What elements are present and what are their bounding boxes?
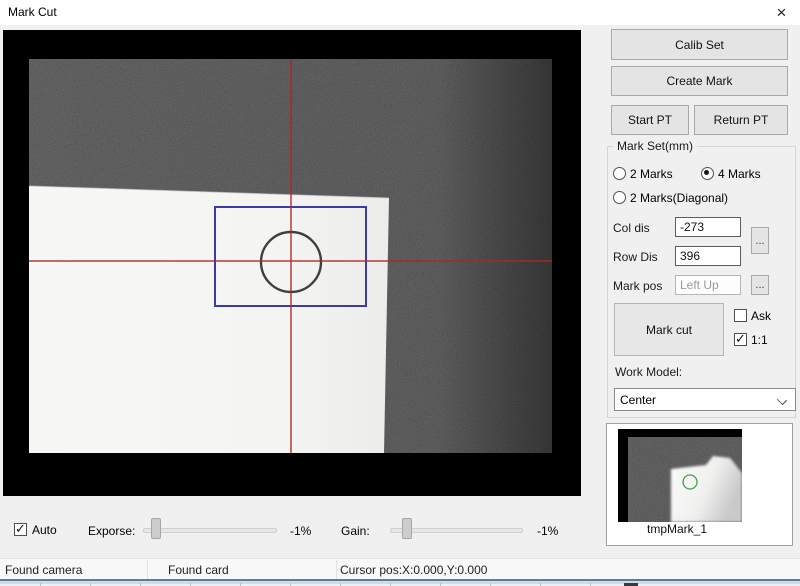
auto-checkbox-label[interactable]: Auto <box>32 523 57 537</box>
mark-cut-label: Mark cut <box>646 323 692 337</box>
chevron-down-icon <box>777 395 787 405</box>
exposure-slider-thumb[interactable] <box>151 518 161 539</box>
start-pt-label: Start PT <box>628 113 672 127</box>
status-separator <box>336 560 337 579</box>
work-model-value: Center <box>620 393 656 407</box>
calib-set-label: Calib Set <box>675 38 724 52</box>
mark-cut-dialog: Mark Cut × <box>0 0 800 584</box>
mark-pos-input[interactable] <box>675 275 741 295</box>
col-dis-input[interactable] <box>675 217 741 237</box>
status-cursor-pos: Cursor pos:X:0.000,Y:0.000 <box>340 563 487 577</box>
status-camera: Found camera <box>5 563 82 577</box>
radio-2-marks-label[interactable]: 2 Marks <box>630 167 673 181</box>
return-pt-button[interactable]: Return PT <box>694 105 788 135</box>
window-title: Mark Cut <box>8 5 57 19</box>
exposure-label: Exporse: <box>88 524 135 538</box>
mark-thumbnail-caption: tmpMark_1 <box>607 522 747 536</box>
row-dis-label: Row Dis <box>613 250 658 264</box>
exposure-value: -1% <box>290 524 311 538</box>
col-dis-label: Col dis <box>613 221 650 235</box>
gain-label: Gain: <box>341 524 370 538</box>
check-icon: ✓ <box>15 521 26 537</box>
one-to-one-checkbox-label[interactable]: 1:1 <box>751 333 768 347</box>
ask-checkbox[interactable]: ✓ <box>734 309 747 322</box>
mark-thumbnail-item[interactable]: tmpMark_1 <box>606 423 793 546</box>
work-model-label: Work Model: <box>615 365 682 379</box>
camera-image <box>29 59 552 453</box>
mark-pos-browse-button[interactable]: ... <box>751 275 769 295</box>
radio-4-marks-label[interactable]: 4 Marks <box>718 167 761 181</box>
gain-slider-thumb[interactable] <box>402 518 412 539</box>
distance-browse-button[interactable]: ... <box>751 227 769 254</box>
mark-pos-label: Mark pos <box>613 279 662 293</box>
mark-thumbnail-image <box>618 429 742 522</box>
auto-checkbox[interactable]: ✓ <box>14 523 27 536</box>
camera-viewport[interactable] <box>3 30 581 496</box>
start-pt-button[interactable]: Start PT <box>611 105 689 135</box>
mark-cut-button[interactable]: Mark cut <box>614 303 724 356</box>
mark-set-group-title: Mark Set(mm) <box>613 139 697 153</box>
one-to-one-checkbox[interactable]: ✓ <box>734 333 747 346</box>
calib-set-button[interactable]: Calib Set <box>611 29 788 60</box>
gain-value: -1% <box>537 524 558 538</box>
ask-checkbox-label[interactable]: Ask <box>751 309 771 323</box>
work-model-dropdown[interactable]: Center <box>614 388 796 411</box>
close-icon[interactable]: × <box>763 0 800 25</box>
radio-2-marks-diagonal[interactable] <box>613 191 626 204</box>
create-mark-label: Create Mark <box>666 74 732 88</box>
create-mark-button[interactable]: Create Mark <box>611 66 788 96</box>
status-bar: Found camera Found card Cursor pos:X:0.0… <box>0 558 800 579</box>
background-window-edge <box>0 579 800 584</box>
radio-2-marks[interactable] <box>613 167 626 180</box>
status-card: Found card <box>168 563 229 577</box>
check-icon: ✓ <box>735 331 746 347</box>
row-dis-input[interactable] <box>675 246 741 266</box>
return-pt-label: Return PT <box>714 113 769 127</box>
title-bar: Mark Cut × <box>0 0 800 25</box>
exposure-slider-track[interactable] <box>143 528 277 533</box>
radio-2-marks-diagonal-label[interactable]: 2 Marks(Diagonal) <box>630 191 728 205</box>
radio-4-marks[interactable] <box>701 167 714 180</box>
status-separator <box>147 560 148 579</box>
